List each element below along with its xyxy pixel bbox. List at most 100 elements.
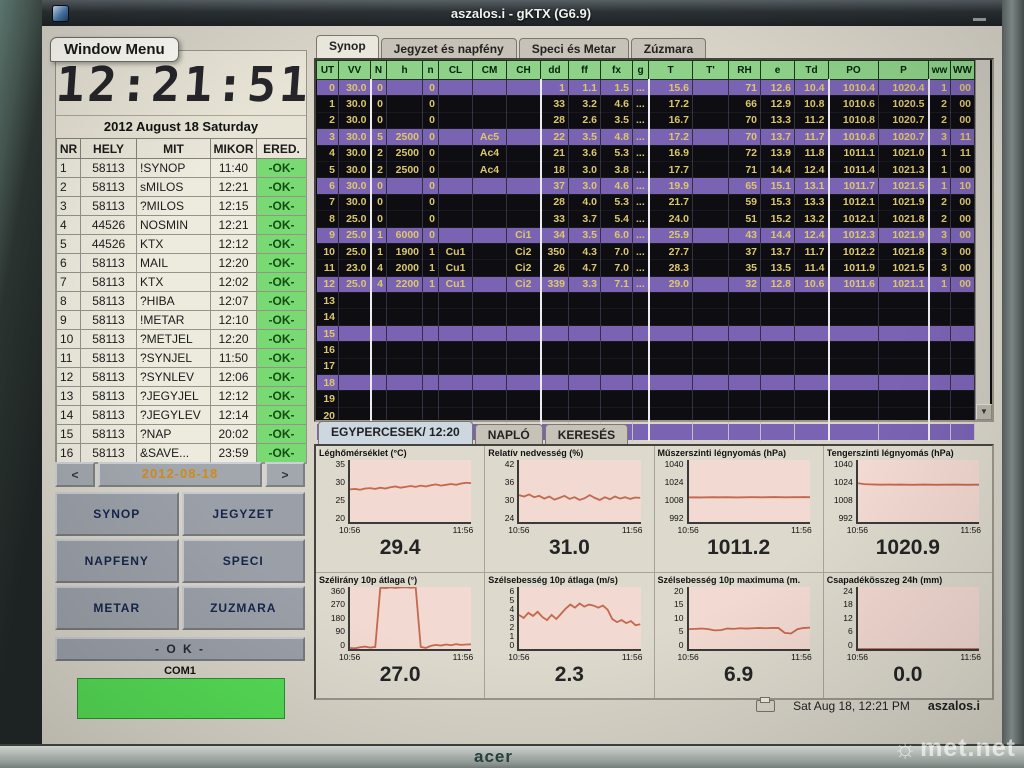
table-row[interactable]: 658113MAIL12:20-OK- — [57, 254, 307, 273]
chart-title: Tengerszinti légnyomás (hPa) — [827, 448, 989, 458]
ok-button[interactable]: - O K - — [55, 637, 305, 661]
table-row[interactable]: 530.0225000Ac4183.03.8...17.77114.412.41… — [317, 161, 975, 177]
printer-icon[interactable] — [756, 700, 775, 712]
synop-col-ff: ff — [569, 61, 601, 80]
tab-keres-s[interactable]: KERESÉS — [545, 424, 628, 444]
right-panel: SynopJegyzet és napfénySpeci és MetarZúz… — [314, 26, 990, 718]
tab-jegyzet-s-napf-ny[interactable]: Jegyzet és napfény — [381, 38, 517, 58]
chart-tengerszinti-l-gnyom-s-hpa: Tengerszinti légnyomás (hPa) 10401024100… — [824, 446, 992, 572]
synop-col-n: N — [371, 61, 387, 80]
synop-col-ut: UT — [317, 61, 339, 80]
button-speci[interactable]: SPECI — [182, 539, 306, 583]
schedule-col-ered: ERED. — [257, 139, 307, 159]
chart-sz-lir-ny-10p-tlaga: Szélirány 10p átlaga (°) 360270180900 10… — [316, 573, 484, 699]
chart-x-axis: 10:5611:56 — [508, 652, 642, 662]
synop-col-g: g — [633, 61, 649, 80]
synop-table: UTVVNhnCLCMCHddfffxgTT'RHeTdPOPwwWW030.0… — [316, 60, 975, 441]
table-row[interactable]: 825.000333.75.4...24.05115.213.21012.110… — [317, 211, 975, 227]
synop-table-frame: UTVVNhnCLCMCHddfffxgTT'RHeTdPOPwwWW030.0… — [314, 58, 994, 422]
table-row[interactable]: 1258113?SYNLEV12:06-OK- — [57, 368, 307, 387]
schedule-table: NRHELYMITMIKORERED. 158113!SYNOP11:40-OK… — [56, 138, 307, 463]
table-row[interactable]: 258113sMILOS12:21-OK- — [57, 178, 307, 197]
table-row[interactable]: 1058113?METJEL12:20-OK- — [57, 330, 307, 349]
vertical-scrollbar[interactable]: ▼ — [975, 60, 990, 420]
table-row[interactable]: 330.0525000Ac5223.54.8...17.27013.711.71… — [317, 129, 975, 145]
synop-col-ch: CH — [507, 61, 541, 80]
table-row[interactable]: 430.0225000Ac4213.65.3...16.97213.911.81… — [317, 145, 975, 161]
monitor-brand-logo: acer — [474, 747, 513, 767]
chart-plot-area — [856, 460, 979, 524]
synop-col-cm: CM — [473, 61, 507, 80]
synop-col-dd: dd — [541, 61, 569, 80]
chart-title: Szélsebesség 10p maximuma (m. — [658, 575, 820, 585]
table-row[interactable]: 030.00011.11.5...15.67112.610.41010.4102… — [317, 80, 975, 96]
schedule-col-mit: MIT — [137, 139, 211, 159]
button-napfeny[interactable]: NAPFENY — [55, 539, 179, 583]
table-row[interactable]: 230.000282.63.5...16.77013.311.21010.810… — [317, 112, 975, 128]
table-row[interactable]: 444526NOSMIN12:21-OK- — [57, 216, 307, 235]
table-row[interactable]: 15 — [317, 325, 975, 341]
table-row[interactable]: 14 — [317, 309, 975, 325]
button-jegyzet[interactable]: JEGYZET — [182, 492, 306, 536]
table-row[interactable]: 730.000284.05.3...21.75915.313.31012.110… — [317, 194, 975, 210]
table-row[interactable]: 158113!SYNOP11:40-OK- — [57, 159, 307, 178]
minute-charts-grid: Léghőmérséklet (°C) 35302520 10:5611:56 … — [314, 444, 994, 700]
window-titlebar[interactable]: aszalos.i - gKTX (G6.9) — [42, 0, 1002, 26]
report-buttons-grid: SYNOPJEGYZETNAPFENYSPECIMETARZUZMARA — [55, 492, 305, 630]
chart-y-axis: 42363024 — [488, 460, 517, 522]
synop-col-rh: RH — [729, 61, 761, 80]
tab-speci-s-metar[interactable]: Speci és Metar — [519, 38, 629, 58]
synop-col-e: e — [761, 61, 795, 80]
table-row[interactable]: 1158113?SYNJEL11:50-OK- — [57, 349, 307, 368]
table-row[interactable]: 358113?MILOS12:15-OK- — [57, 197, 307, 216]
chart-plot-row: 360270180900 — [319, 587, 481, 651]
button-synop[interactable]: SYNOP — [55, 492, 179, 536]
table-row[interactable]: 1558113?NAP20:02-OK- — [57, 425, 307, 444]
watermark: ☼ met.net — [893, 733, 1016, 764]
chart-plot-area — [687, 460, 810, 524]
window-title: aszalos.i - gKTX (G6.9) — [69, 6, 973, 21]
chart-y-axis: 104010241008992 — [658, 460, 687, 522]
table-row[interactable]: 17 — [317, 358, 975, 374]
table-row[interactable]: 1358113?JEGYJEL12:12-OK- — [57, 387, 307, 406]
tab-napl[interactable]: NAPLÓ — [475, 424, 543, 444]
table-row[interactable]: 925.0160000Ci1343.56.0...25.94314.412.41… — [317, 227, 975, 243]
window-menu-button[interactable]: Window Menu — [50, 37, 179, 62]
chart-title: Szélirány 10p átlaga (°) — [319, 575, 481, 585]
table-row[interactable]: 958113!METAR12:10-OK- — [57, 311, 307, 330]
date-navigation: < 2012-08-18 > — [55, 462, 305, 487]
chart-plot-area — [348, 587, 471, 651]
table-row[interactable]: 1458113?JEGYLEV12:14-OK- — [57, 406, 307, 425]
table-row[interactable]: 130.000333.24.6...17.26612.910.81010.610… — [317, 96, 975, 112]
chart-y-axis: 6543210 — [488, 587, 517, 649]
table-row[interactable]: 758113KTX12:02-OK- — [57, 273, 307, 292]
minimize-icon[interactable] — [973, 18, 986, 21]
button-metar[interactable]: METAR — [55, 586, 179, 630]
status-datetime: Sat Aug 18, 12:21 PM — [793, 699, 910, 713]
chart-title: Szélsebesség 10p átlaga (m/s) — [488, 575, 650, 585]
tab-egypercesek-12-20[interactable]: EGYPERCESEK/ 12:20 — [318, 421, 473, 444]
prev-day-button[interactable]: < — [55, 462, 95, 487]
table-row[interactable]: 16 — [317, 342, 975, 358]
table-row[interactable]: 1123.0420001Cu1Ci2264.77.0...28.33513.51… — [317, 260, 975, 276]
chart-x-axis: 10:5611:56 — [847, 525, 981, 535]
synop-col-ww: ww — [929, 61, 951, 80]
scroll-down-icon[interactable]: ▼ — [976, 404, 992, 420]
table-row[interactable]: 1658113&SAVE...23:59-OK- — [57, 444, 307, 463]
button-zuzmara[interactable]: ZUZMARA — [182, 586, 306, 630]
chart-plot-row: 6543210 — [488, 587, 650, 651]
table-row[interactable]: 13 — [317, 293, 975, 309]
schedule-header-row: NRHELYMITMIKORERED. — [57, 139, 307, 159]
table-row[interactable]: 1225.0422001Cu1Ci23393.37.1...29.03212.8… — [317, 276, 975, 292]
table-row[interactable]: 630.000373.04.6...19.96515.113.11011.710… — [317, 178, 975, 194]
table-row[interactable]: 18 — [317, 375, 975, 391]
chart-sz-lsebess-g-10p-tlaga-m-s: Szélsebesség 10p átlaga (m/s) 6543210 10… — [485, 573, 653, 699]
table-row[interactable]: 1025.0119001Cu1Ci23504.37.0...27.73713.7… — [317, 243, 975, 259]
table-row[interactable]: 19 — [317, 391, 975, 407]
chart-current-value: 1011.2 — [658, 536, 820, 560]
table-row[interactable]: 858113?HIBA12:07-OK- — [57, 292, 307, 311]
next-day-button[interactable]: > — [265, 462, 305, 487]
table-row[interactable]: 544526KTX12:12-OK- — [57, 235, 307, 254]
tab-z-zmara[interactable]: Zúzmara — [631, 38, 706, 58]
tab-synop[interactable]: Synop — [316, 35, 379, 58]
